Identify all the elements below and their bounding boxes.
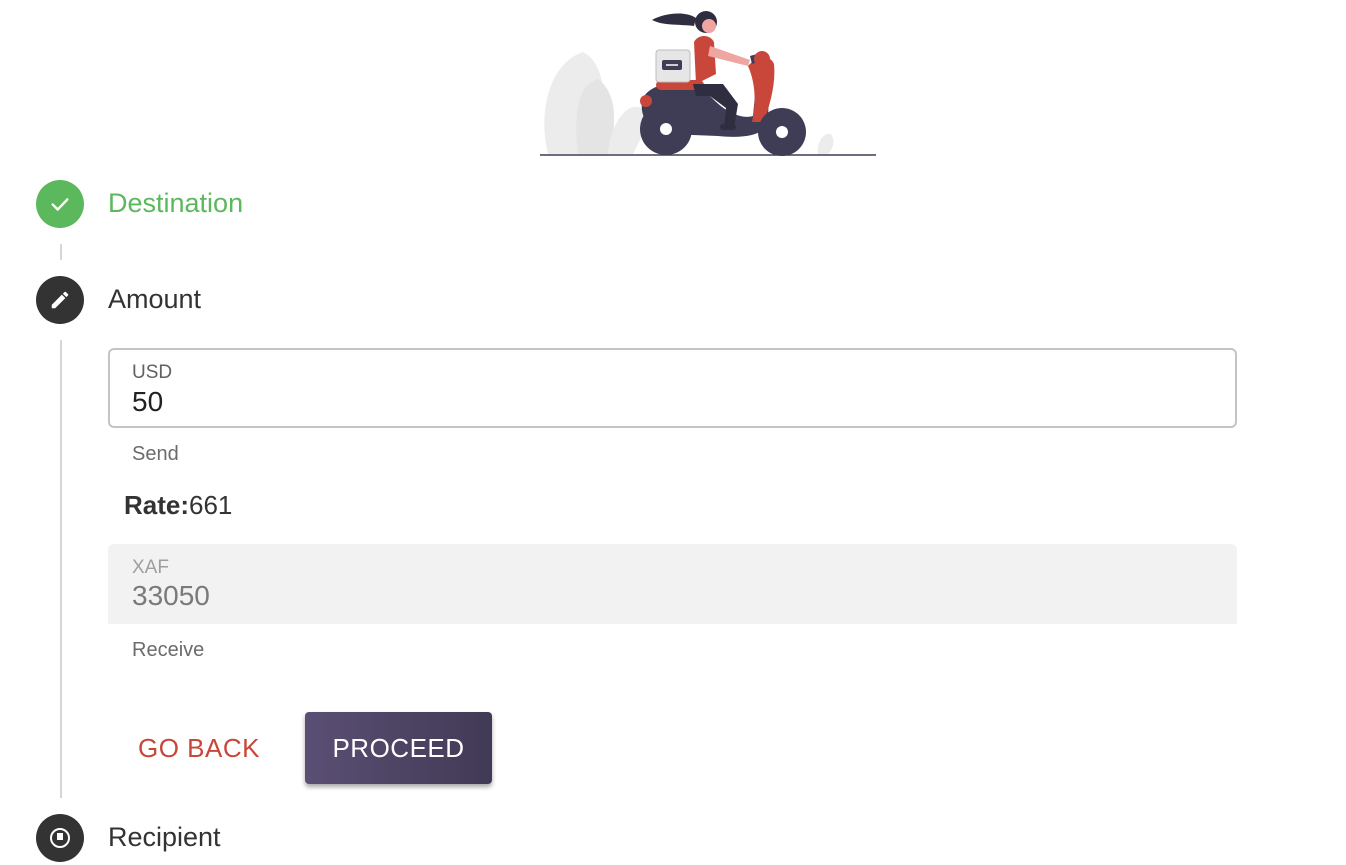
check-icon (51, 198, 69, 211)
send-currency-label: USD (132, 362, 173, 383)
proceed-button[interactable]: PROCEED (305, 712, 492, 784)
step-recipient-indicator[interactable] (36, 814, 84, 862)
woman-on-scooter-illustration (540, 11, 876, 156)
send-helper-text: Send (132, 443, 179, 465)
person-icon (50, 828, 70, 848)
receive-currency-label: XAF (132, 557, 169, 578)
exchange-rate: Rate:661 (124, 490, 232, 521)
step-destination-label[interactable]: Destination (108, 190, 243, 217)
step-recipient-label[interactable]: Recipient (108, 824, 221, 851)
send-amount-field[interactable]: USD (108, 348, 1237, 428)
rate-label: Rate: (124, 490, 190, 520)
step-destination-indicator[interactable] (36, 180, 84, 228)
step-amount-label[interactable]: Amount (108, 286, 201, 313)
step-connector (60, 340, 62, 798)
send-amount-input[interactable] (132, 386, 1192, 418)
receive-amount-field: XAF (108, 544, 1237, 624)
go-back-button[interactable]: GO BACK (124, 712, 274, 784)
money-transfer-stepper: Destination Amount USD Send Rate:661 XAF… (0, 0, 1346, 865)
step-amount-indicator[interactable] (36, 276, 84, 324)
pencil-icon (51, 291, 69, 309)
receive-helper-text: Receive (132, 639, 205, 661)
receive-amount-input (132, 580, 1192, 612)
rate-value: 661 (189, 490, 233, 520)
step-connector (60, 244, 62, 260)
